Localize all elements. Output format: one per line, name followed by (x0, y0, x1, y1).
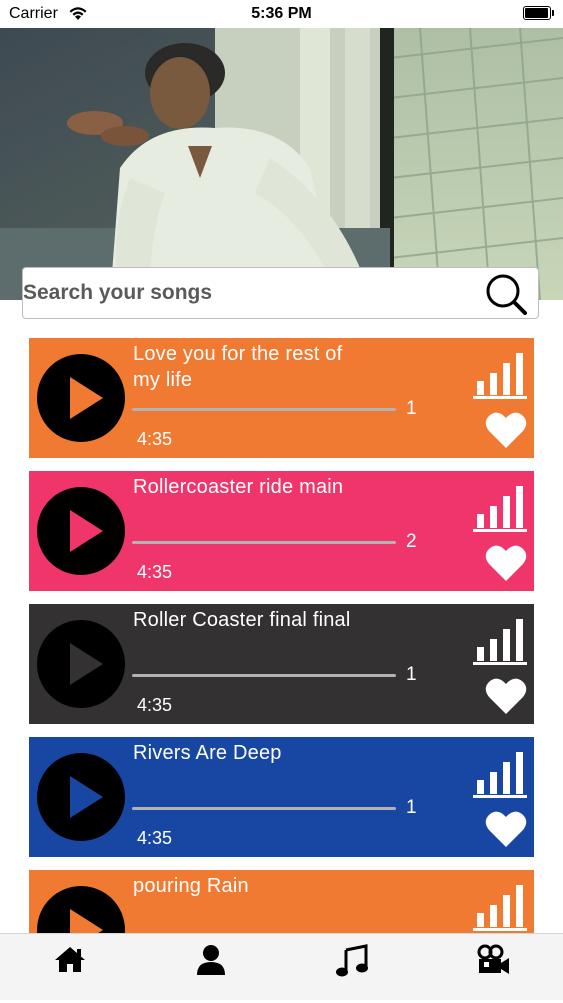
music-icon[interactable] (335, 944, 371, 978)
heart-icon[interactable] (485, 810, 527, 853)
play-count: 1 (406, 664, 417, 685)
video-camera-icon[interactable] (476, 944, 512, 978)
search-bar (22, 267, 539, 319)
progress-slider[interactable] (132, 807, 396, 810)
song-title: Rollercoaster ride main (133, 476, 344, 498)
play-icon (70, 776, 103, 818)
song-title: Love you for the rest of my life (133, 343, 343, 391)
progress-slider[interactable] (132, 408, 396, 411)
song-list: Love you for the rest of my life 1 4:35 … (29, 338, 534, 1003)
song-title: Rivers Are Deep (133, 742, 282, 764)
play-button[interactable] (37, 487, 125, 575)
play-count: 1 (406, 797, 417, 818)
song-title: pouring Rain (133, 875, 249, 897)
song-duration: 4:35 (137, 562, 173, 582)
song-duration: 4:35 (137, 695, 173, 715)
bars-icon[interactable] (473, 752, 529, 803)
bars-icon[interactable] (473, 353, 529, 404)
play-icon (70, 510, 103, 552)
bars-icon[interactable] (473, 486, 529, 537)
play-button[interactable] (37, 753, 125, 841)
song-duration: 4:35 (137, 429, 173, 449)
progress-slider[interactable] (132, 674, 396, 677)
tab-bar (0, 933, 563, 1000)
play-icon (70, 377, 103, 419)
bars-icon[interactable] (473, 885, 529, 936)
song-item[interactable]: Love you for the rest of my life 1 4:35 (29, 338, 534, 458)
heart-icon[interactable] (485, 677, 527, 720)
play-count: 2 (406, 531, 417, 552)
play-button[interactable] (37, 620, 125, 708)
play-icon (70, 643, 103, 685)
song-item[interactable]: Rivers Are Deep 1 4:35 (29, 737, 534, 857)
song-title: Roller Coaster final final (133, 609, 351, 631)
song-item[interactable]: Roller Coaster final final 1 4:35 (29, 604, 534, 724)
home-icon[interactable] (53, 944, 89, 978)
clock-time: 5:36 PM (251, 5, 312, 22)
search-icon[interactable] (484, 273, 528, 315)
battery-icon (523, 6, 554, 20)
song-duration: 4:35 (137, 828, 173, 848)
song-item[interactable]: Rollercoaster ride main 2 4:35 (29, 471, 534, 591)
progress-slider[interactable] (132, 541, 396, 544)
heart-icon[interactable] (485, 544, 527, 587)
bars-icon[interactable] (473, 619, 529, 670)
hero-image (0, 28, 563, 300)
profile-icon[interactable] (194, 944, 230, 978)
play-count: 1 (406, 398, 417, 419)
heart-icon[interactable] (485, 411, 527, 454)
play-button[interactable] (37, 354, 125, 442)
status-bar: Carrier 5:36 PM (0, 0, 563, 28)
search-input[interactable] (23, 268, 473, 318)
